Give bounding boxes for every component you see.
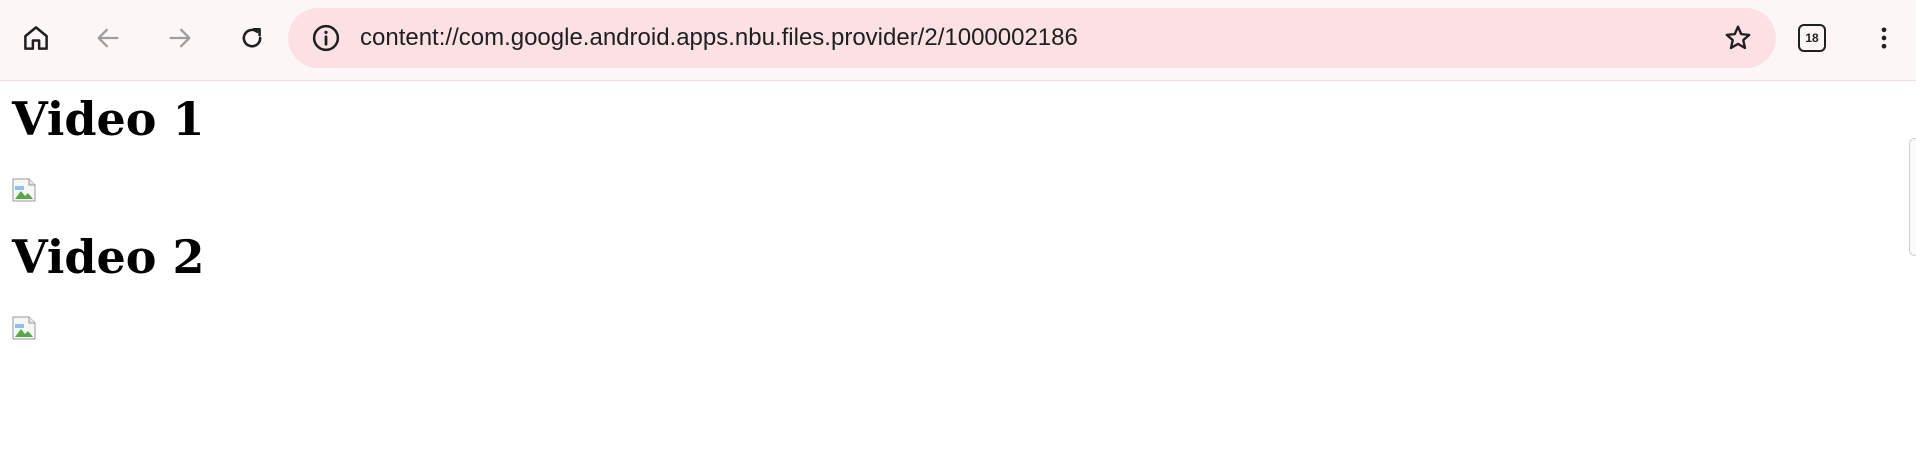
scrollbar-thumb[interactable]	[1909, 138, 1916, 256]
kebab-menu-icon[interactable]	[1862, 16, 1906, 60]
section-heading-video-2: Video 2	[12, 230, 205, 284]
home-icon[interactable]	[14, 16, 58, 60]
back-button[interactable]	[86, 16, 130, 60]
forward-button[interactable]	[158, 16, 202, 60]
broken-image-icon	[12, 316, 36, 340]
browser-toolbar: content://com.google.android.apps.nbu.fi…	[0, 0, 1916, 81]
page-content: Video 1 Video 2	[12, 82, 205, 358]
info-icon[interactable]	[304, 16, 348, 60]
reload-button[interactable]	[230, 16, 274, 60]
section-heading-video-1: Video 1	[12, 92, 205, 146]
arrow-left-icon	[97, 28, 119, 48]
broken-image-icon	[12, 178, 36, 202]
arrow-right-icon	[169, 28, 191, 48]
reload-icon	[242, 27, 262, 48]
tab-switcher-button[interactable]: 18	[1798, 24, 1826, 52]
address-bar[interactable]: content://com.google.android.apps.nbu.fi…	[288, 8, 1776, 68]
url-text[interactable]: content://com.google.android.apps.nbu.fi…	[360, 8, 1078, 68]
star-icon[interactable]	[1716, 16, 1760, 60]
